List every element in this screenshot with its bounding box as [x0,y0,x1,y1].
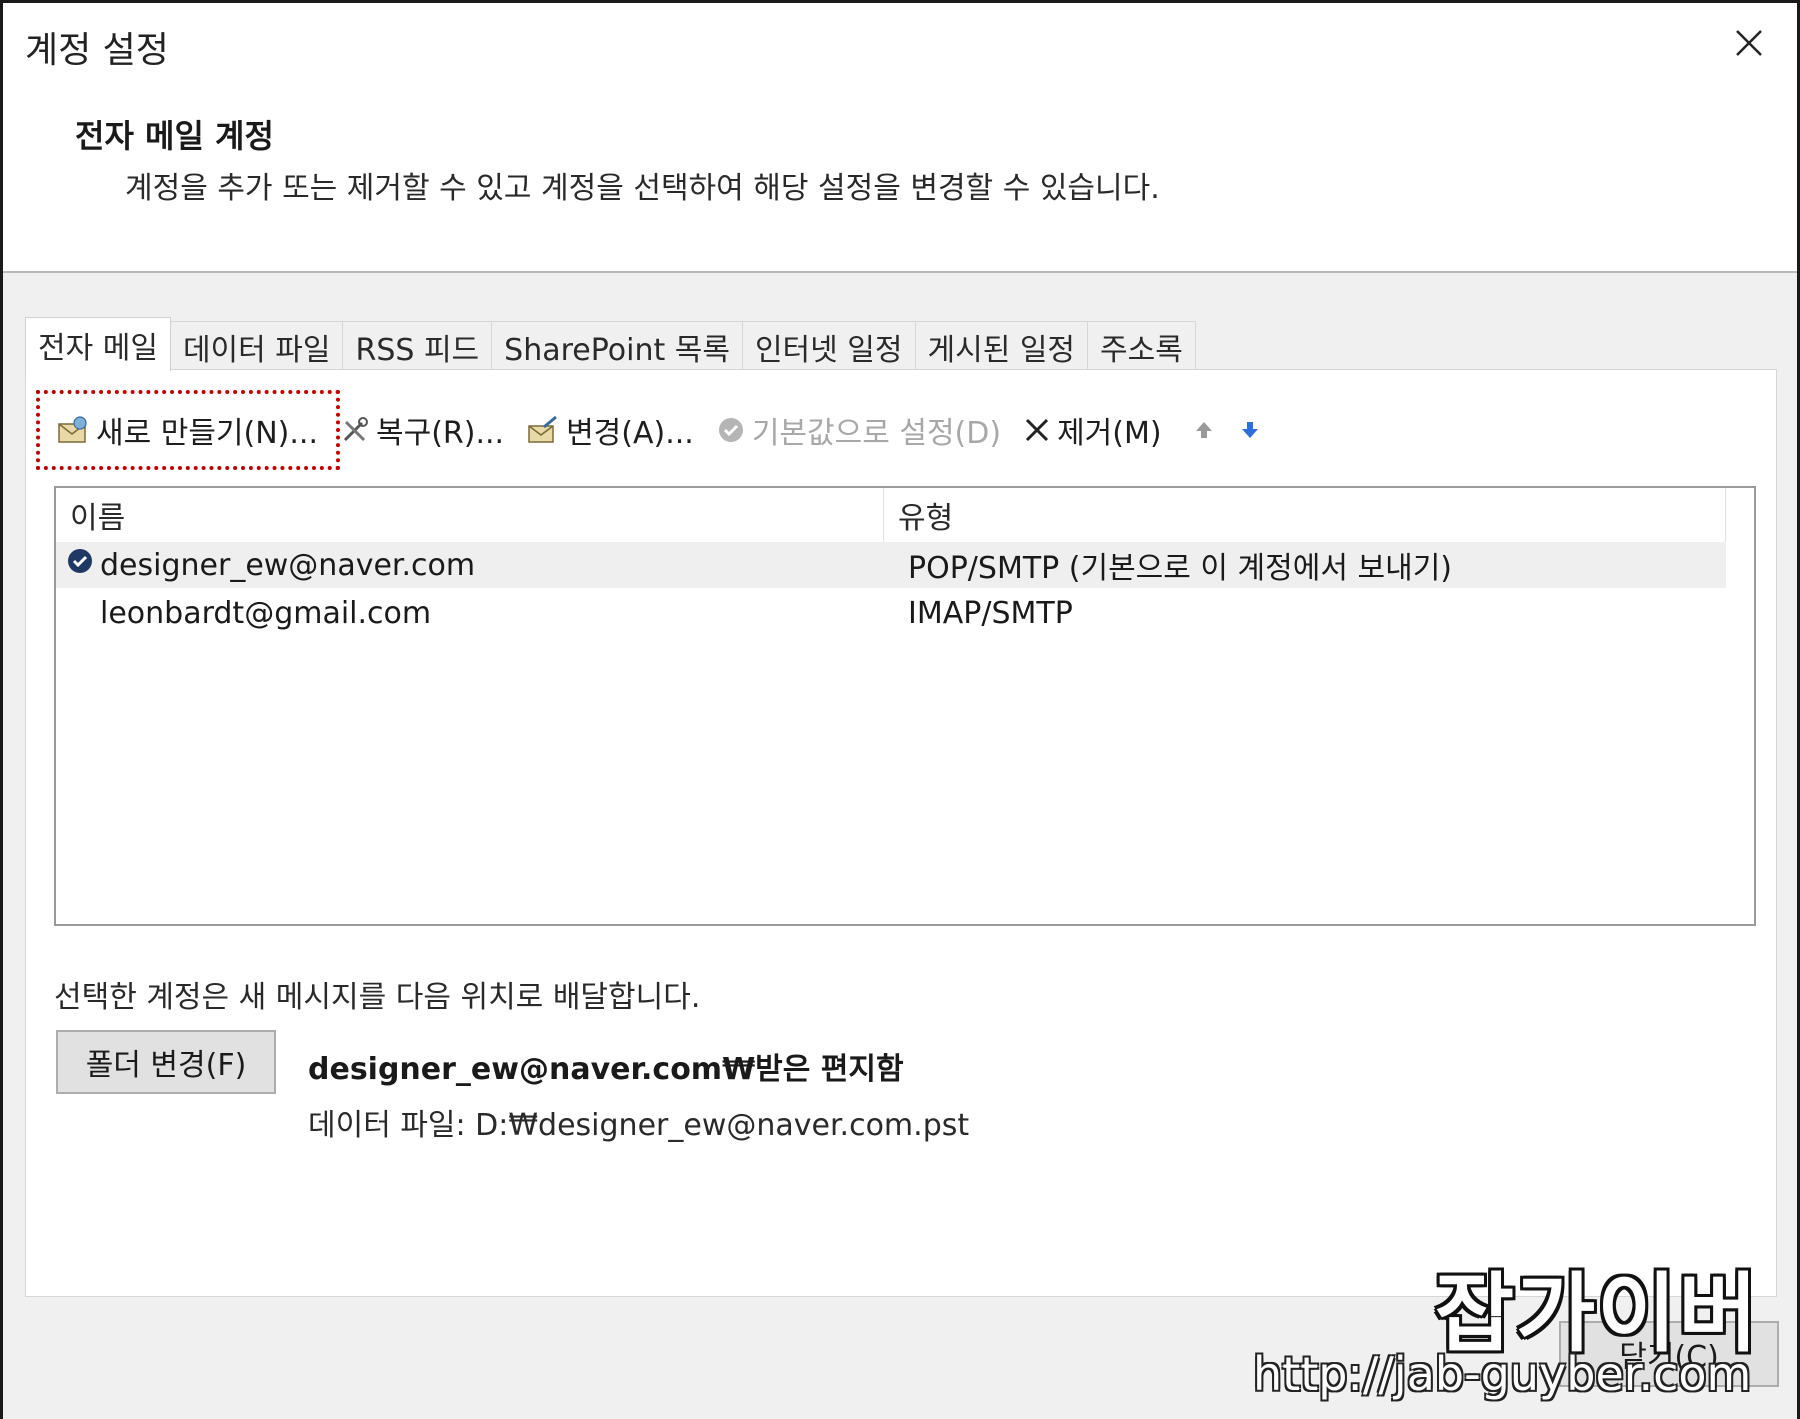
window-title: 계정 설정 [25,30,169,71]
default-account-check-icon [66,547,94,583]
new-account-button[interactable]: 새로 만들기(N)... [56,408,318,452]
move-down-button[interactable] [1238,418,1262,442]
arrow-up-icon [1195,422,1212,438]
remove-x-icon [1023,416,1051,444]
column-header-name[interactable]: 이름 [56,488,884,542]
account-name-cell: designer_ew@naver.com [56,548,884,583]
repair-button[interactable]: 복구(R)... [340,408,504,452]
change-label: 변경(A)... [566,416,694,451]
tab-published-calendars[interactable]: 게시된 일정 [914,321,1089,371]
set-default-label: 기본값으로 설정(D) [751,416,1002,451]
column-header-type[interactable]: 유형 [884,488,1726,542]
accounts-list[interactable]: 이름 유형 designer_ew@naver.com POP/SMTP (기본… [54,486,1756,926]
account-type: IMAP/SMTP [908,595,1073,631]
email-tab-panel: 새로 만들기(N)... 복구(R)... 변경(A)... 기본값으로 설정(… [25,369,1777,1297]
delivery-folder-path: designer_ew@naver.com₩받은 편지함 [308,1052,904,1087]
data-file-path: 데이터 파일: D:₩designer_ew@naver.com.pst [308,1108,970,1143]
close-icon [1736,30,1762,56]
account-name-cell: leonbardt@gmail.com [56,596,884,631]
account-type: POP/SMTP (기본으로 이 계정에서 보내기) [908,551,1452,586]
tab-strip: 전자 메일 데이터 파일 RSS 피드 SharePoint 목록 인터넷 일정… [25,317,1196,371]
tab-sharepoint-lists[interactable]: SharePoint 목록 [491,321,743,371]
move-up-button[interactable] [1192,418,1216,442]
close-window-button[interactable] [1719,17,1779,69]
account-row[interactable]: leonbardt@gmail.com IMAP/SMTP [56,590,1726,636]
change-folder-button[interactable]: 폴더 변경(F) [56,1030,276,1094]
dialog-header: 계정 설정 전자 메일 계정 계정을 추가 또는 제거할 수 있고 계정을 선택… [3,3,1797,273]
arrow-down-icon [1241,422,1258,438]
default-check-icon [716,415,746,445]
change-settings-icon [526,415,560,445]
section-description: 계정을 추가 또는 제거할 수 있고 계정을 선택하여 해당 설정을 변경할 수… [125,171,1160,206]
tab-address-books[interactable]: 주소록 [1087,321,1196,371]
delivery-label: 선택한 계정은 새 메시지를 다음 위치로 배달합니다. [54,980,701,1015]
tab-rss-feeds[interactable]: RSS 피드 [342,321,493,371]
repair-tools-icon [340,415,370,445]
account-toolbar: 새로 만들기(N)... 복구(R)... 변경(A)... 기본값으로 설정(… [56,400,1284,460]
new-account-label: 새로 만들기(N)... [96,416,318,451]
tab-email[interactable]: 전자 메일 [25,317,171,371]
change-button[interactable]: 변경(A)... [526,408,694,452]
new-mail-account-icon [56,415,90,445]
repair-label: 복구(R)... [376,416,505,451]
account-row[interactable]: designer_ew@naver.com POP/SMTP (기본으로 이 계… [56,542,1726,588]
remove-label: 제거(M) [1057,416,1162,451]
set-default-button[interactable]: 기본값으로 설정(D) [716,408,1001,452]
account-settings-dialog: 계정 설정 전자 메일 계정 계정을 추가 또는 제거할 수 있고 계정을 선택… [0,0,1800,1419]
account-name: designer_ew@naver.com [100,547,476,583]
section-title: 전자 메일 계정 [75,117,274,155]
accounts-list-header: 이름 유형 [56,488,1726,542]
watermark-url: http://jab-guyber.com [1253,1347,1752,1401]
remove-button[interactable]: 제거(M) [1023,408,1162,452]
tab-internet-calendars[interactable]: 인터넷 일정 [741,321,916,371]
tab-data-files[interactable]: 데이터 파일 [169,321,344,371]
account-name: leonbardt@gmail.com [100,595,432,631]
